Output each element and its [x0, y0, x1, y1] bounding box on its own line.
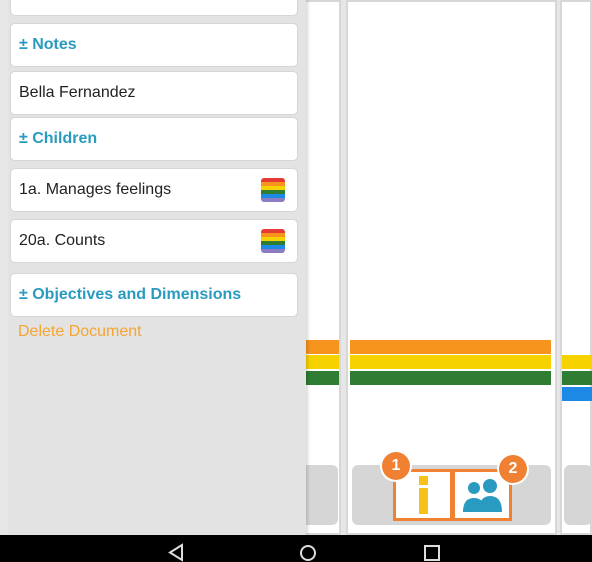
- badge-1: 1: [382, 452, 410, 480]
- stripe-yellow: [562, 355, 592, 369]
- children-label: ± Children: [19, 130, 98, 147]
- info-icon: [419, 476, 428, 514]
- stripe-green: [562, 371, 592, 385]
- badge-2: 2: [499, 455, 527, 483]
- stripe-orange: [350, 340, 551, 354]
- objective-card-20a[interactable]: 20a. Counts: [10, 219, 298, 263]
- objectives-toggle[interactable]: ± Objectives and Dimensions: [10, 273, 298, 317]
- objective-label: 1a. Manages feelings: [19, 181, 172, 198]
- stripe-green: [350, 371, 551, 385]
- tile-3[interactable]: [564, 465, 592, 525]
- android-nav-bar: [0, 535, 592, 562]
- delete-document-link[interactable]: Delete Document: [18, 323, 142, 341]
- child-name: Bella Fernandez: [19, 84, 136, 101]
- people-icon: [463, 479, 502, 512]
- children-toggle[interactable]: ± Children: [10, 117, 298, 161]
- back-triangle-icon[interactable]: [168, 543, 184, 562]
- notes-label: ± Notes: [19, 36, 77, 53]
- rainbow-icon: [261, 229, 285, 253]
- stripe-yellow: [350, 355, 551, 369]
- objective-label: 20a. Counts: [19, 232, 106, 249]
- document-panel: ± Notes Bella Fernandez ± Children 1a. M…: [9, 0, 306, 535]
- notes-toggle[interactable]: ± Notes: [10, 23, 298, 67]
- stripe-blue: [562, 387, 592, 401]
- child-name-card[interactable]: Bella Fernandez: [10, 71, 298, 115]
- home-circle-icon[interactable]: [299, 543, 317, 562]
- rainbow-icon: [261, 178, 285, 202]
- objectives-label: ± Objectives and Dimensions: [19, 286, 242, 303]
- objective-card-1a[interactable]: 1a. Manages feelings: [10, 168, 298, 212]
- recents-square-icon[interactable]: [423, 543, 441, 562]
- column-3: [560, 0, 592, 535]
- partial-card: [10, 0, 298, 16]
- column-2: [346, 0, 557, 535]
